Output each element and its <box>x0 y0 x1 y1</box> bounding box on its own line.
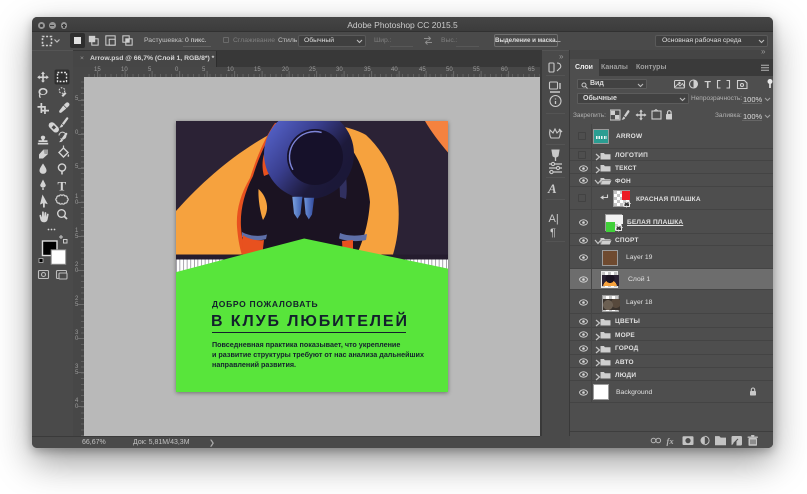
svg-text:¶: ¶ <box>550 227 556 239</box>
svg-text:T: T <box>58 179 67 194</box>
svg-text:T: T <box>705 79 712 89</box>
svg-text:A: A <box>547 181 557 196</box>
svg-text:fx: fx <box>667 435 675 445</box>
svg-text:A|: A| <box>549 213 559 225</box>
